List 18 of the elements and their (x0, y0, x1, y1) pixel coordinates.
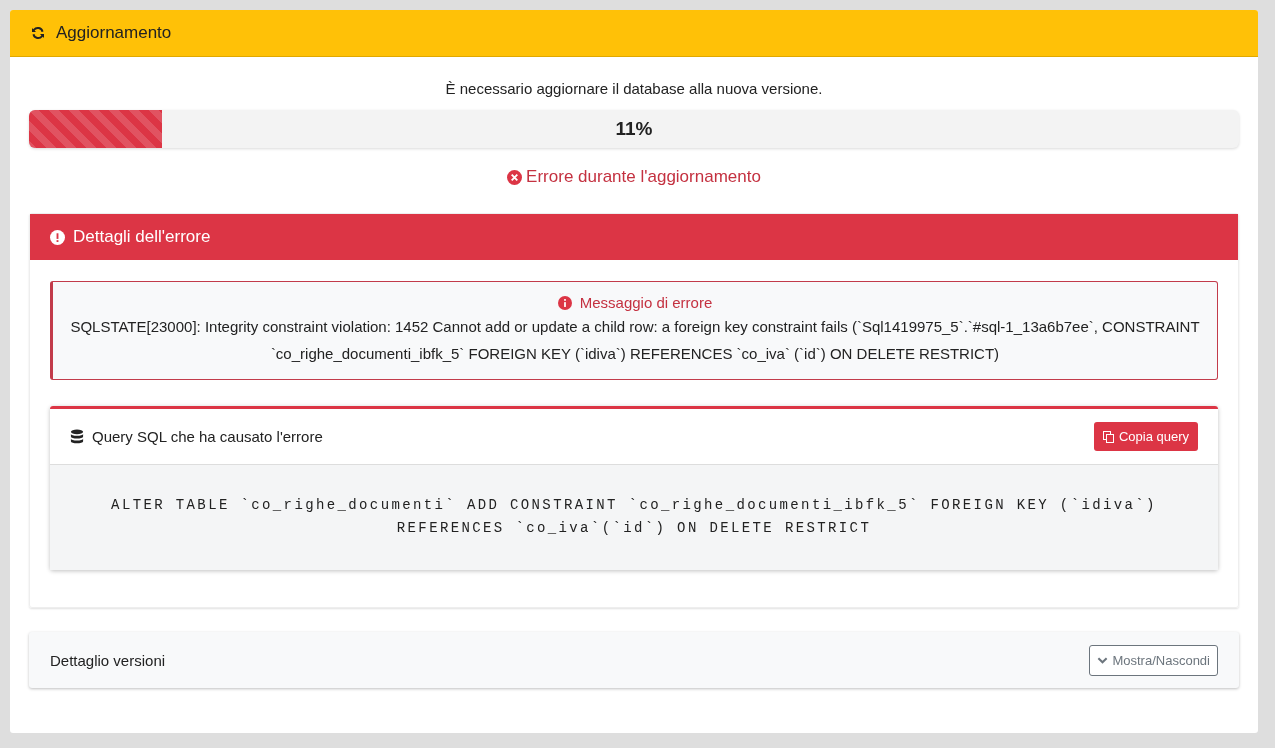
copy-icon (1102, 430, 1115, 443)
error-panel-title: Dettagli dell'errore (73, 227, 211, 247)
sql-query-text: ALTER TABLE `co_righe_documenti` ADD CONSTRAINT `co_righe_documenti_ibfk_5` FOREIGN KEY (`idiva`) REFERENCES `co_iva`(`id`) ON DELETE RESTRICT (110, 496, 1158, 538)
query-card-title: Query SQL che ha causato l'errore (92, 428, 323, 445)
copy-query-button[interactable]: Copia query (1093, 422, 1198, 451)
intro-text: È necessario aggiornare il database alla nuova versione. (444, 80, 824, 98)
info-circle-icon (557, 295, 572, 310)
database-icon (70, 429, 84, 444)
card-title: Aggiornamento (56, 23, 172, 43)
error-circle-icon (507, 169, 523, 185)
error-status-text: Errore durante l'aggiornamento (526, 167, 761, 187)
refresh-icon (30, 25, 46, 41)
versions-title: Dettaglio versioni (50, 651, 166, 669)
show-hide-button[interactable]: Mostra/Nascondi (1089, 644, 1218, 676)
progress-percentage: 11% (615, 118, 653, 140)
error-message-text: SQLSTATE[23000]: Integrity constraint violation: 1452 Cannot add or update a child row: a foreign key constraint fails (`Sql1419975_5`.`#sql-1_13a6b7ee`, CONSTRAINT `co_righe_documenti_ibfk_5` FOREIGN KEY (`idiva`) REFERENCES `co_iva` (`id`) ON DELETE RESTRICT) (69, 317, 1201, 364)
exclamation-circle-icon (50, 229, 65, 245)
error-message-title: Messaggio di errore (579, 294, 713, 311)
